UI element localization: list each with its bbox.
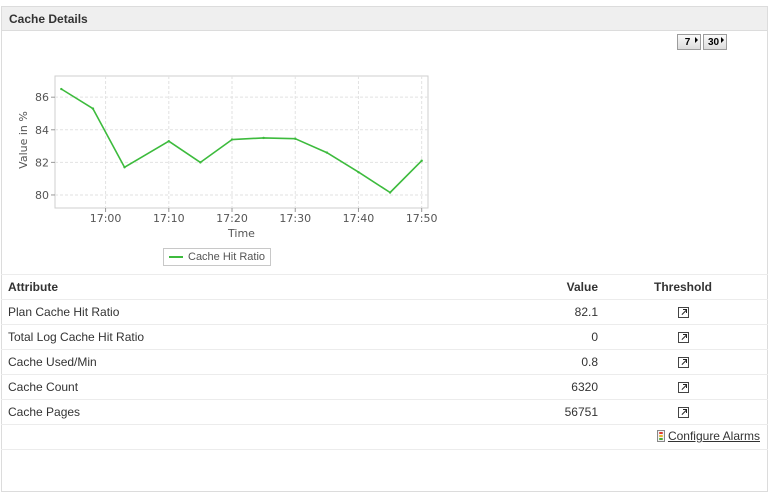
table-header-row: Attribute Value Threshold bbox=[1, 274, 768, 300]
data-point bbox=[167, 139, 170, 143]
x-tick-label: 17:20 bbox=[216, 212, 248, 225]
data-point bbox=[325, 151, 329, 154]
y-axis-label: Value in % bbox=[17, 111, 30, 169]
traffic-light-icon bbox=[656, 430, 665, 442]
threshold-edit-icon[interactable] bbox=[677, 382, 689, 394]
value-cell: 82.1 bbox=[498, 299, 598, 325]
legend-label: Cache Hit Ratio bbox=[188, 251, 266, 263]
data-point bbox=[262, 136, 265, 140]
value-cell: 0 bbox=[498, 324, 598, 350]
attribute-cell: Cache Count bbox=[1, 374, 498, 400]
data-point bbox=[199, 161, 202, 164]
data-point bbox=[230, 138, 234, 141]
threshold-cell bbox=[598, 374, 768, 400]
data-point bbox=[388, 191, 392, 194]
table-row: Total Log Cache Hit Ratio 0 bbox=[1, 324, 768, 350]
threshold-cell bbox=[598, 399, 768, 425]
value-cell: 0.8 bbox=[498, 349, 598, 375]
data-point bbox=[420, 159, 423, 162]
table-row: Cache Count 6320 bbox=[1, 374, 768, 400]
x-tick-label: 17:00 bbox=[90, 212, 122, 225]
attributes-table: Attribute Value Threshold Plan Cache Hit… bbox=[1, 274, 768, 425]
data-point bbox=[294, 137, 297, 140]
y-tick-label: 80 bbox=[35, 189, 49, 202]
threshold-cell bbox=[598, 324, 768, 350]
x-tick-label: 17:30 bbox=[279, 212, 311, 225]
threshold-cell bbox=[598, 349, 768, 375]
cache-hit-ratio-chart: 80 82 84 86 17:00 17:10 17:20 17:30 17:40 17:50 Ti… bbox=[17, 75, 438, 240]
configure-alarms: Configure Alarms bbox=[656, 429, 760, 443]
attribute-cell: Cache Used/Min bbox=[1, 349, 498, 375]
x-tick-label: 17:10 bbox=[153, 212, 185, 225]
threshold-edit-icon[interactable] bbox=[677, 307, 689, 319]
data-point bbox=[123, 166, 126, 169]
x-axis-label: Time bbox=[227, 227, 255, 240]
threshold-edit-icon[interactable] bbox=[677, 357, 689, 369]
value-cell: 56751 bbox=[498, 399, 598, 425]
data-point bbox=[60, 87, 63, 91]
header-threshold: Threshold bbox=[598, 274, 768, 300]
table-footer: Configure Alarms bbox=[1, 424, 768, 450]
value-cell: 6320 bbox=[498, 374, 598, 400]
data-point bbox=[357, 170, 360, 174]
x-tick-label: 17:50 bbox=[406, 212, 438, 225]
header-attribute: Attribute bbox=[1, 274, 498, 300]
y-tick-label: 84 bbox=[35, 124, 49, 137]
attribute-cell: Cache Pages bbox=[1, 399, 498, 425]
threshold-cell bbox=[598, 299, 768, 325]
table-row: Cache Pages 56751 bbox=[1, 399, 768, 425]
data-point bbox=[91, 107, 95, 110]
x-tick-label: 17:40 bbox=[343, 212, 375, 225]
configure-alarms-link[interactable]: Configure Alarms bbox=[668, 429, 760, 443]
threshold-edit-icon[interactable] bbox=[677, 332, 689, 344]
table-row: Cache Used/Min 0.8 bbox=[1, 349, 768, 375]
threshold-edit-icon[interactable] bbox=[677, 407, 689, 419]
chart-legend: Cache Hit Ratio bbox=[163, 248, 272, 266]
y-tick-label: 86 bbox=[35, 91, 49, 104]
y-tick-label: 82 bbox=[35, 156, 49, 169]
legend-swatch bbox=[169, 256, 183, 258]
table-row: Plan Cache Hit Ratio 82.1 bbox=[1, 299, 768, 325]
attribute-cell: Total Log Cache Hit Ratio bbox=[1, 324, 498, 350]
attribute-cell: Plan Cache Hit Ratio bbox=[1, 299, 498, 325]
header-value: Value bbox=[498, 274, 598, 300]
